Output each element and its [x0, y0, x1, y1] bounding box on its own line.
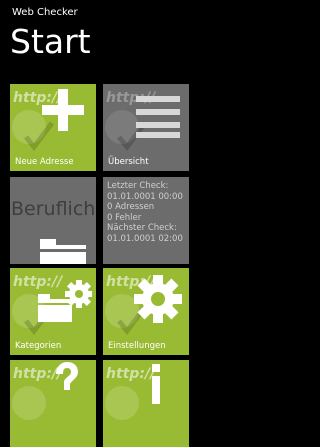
address-count: 0 Adressen	[107, 202, 155, 212]
settings-label: Einstellungen	[108, 341, 166, 351]
next-check-value: 01.01.0001 02:00	[107, 233, 183, 244]
info-icon	[152, 364, 160, 404]
gear-icon	[134, 275, 182, 323]
app-name: Web Checker	[12, 7, 78, 18]
next-check-label: Nächster Check:	[107, 223, 177, 233]
list-icon	[136, 96, 180, 138]
page-title: Start	[10, 22, 91, 61]
categories-tile[interactable]: http:// Kategorien	[10, 268, 96, 355]
folder-gear-icon	[38, 280, 92, 322]
watermark-text: http://	[106, 366, 156, 382]
help-tile[interactable]: http://	[10, 360, 96, 447]
status-tile[interactable]: Letzter Check: 01.01.0001 00:00 0 Adress…	[103, 177, 189, 264]
new-address-label: Neue Adresse	[15, 157, 74, 167]
last-check-value: 01.01.0001 00:00	[107, 191, 183, 202]
new-address-tile[interactable]: http:// Neue Adresse	[10, 84, 96, 171]
folder-icon	[40, 239, 86, 264]
last-check-label: Letzter Check:	[107, 181, 169, 191]
settings-tile[interactable]: http:// Einstellungen	[103, 268, 189, 355]
overview-label: Übersicht	[108, 157, 149, 167]
status-list: Letzter Check: 01.01.0001 00:00 0 Adress…	[107, 181, 183, 244]
business-category-text: Beruflich	[11, 198, 96, 220]
business-category-tile[interactable]: Beruflich	[10, 177, 96, 264]
plus-icon	[42, 89, 84, 131]
question-icon	[56, 362, 78, 390]
info-tile[interactable]: http://	[103, 360, 189, 447]
categories-label: Kategorien	[15, 341, 62, 351]
error-count: 0 Fehler	[107, 212, 142, 223]
overview-tile[interactable]: http:// Übersicht	[103, 84, 189, 171]
